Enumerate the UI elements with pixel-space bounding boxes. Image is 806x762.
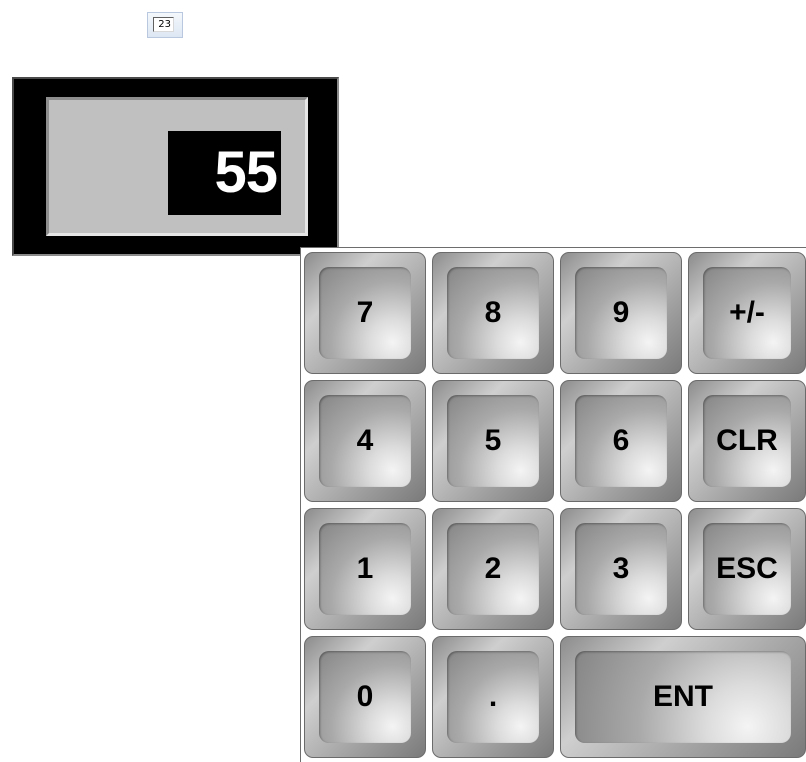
key-plus-minus-label: +/- <box>729 296 765 329</box>
numeric-display-value: 55 <box>168 131 281 215</box>
key-9[interactable]: 9 <box>560 252 682 374</box>
key-2[interactable]: 2 <box>432 508 554 630</box>
key-7-label: 7 <box>356 296 374 329</box>
key-5-label: 5 <box>484 424 502 457</box>
key-3[interactable]: 3 <box>560 508 682 630</box>
numeric-input-icon[interactable]: 23 <box>147 12 183 38</box>
key-5[interactable]: 5 <box>432 380 554 502</box>
key-6-label: 6 <box>612 424 630 457</box>
key-0[interactable]: 0 <box>304 636 426 758</box>
key-8[interactable]: 8 <box>432 252 554 374</box>
key-escape-label: ESC <box>716 552 778 585</box>
key-8-label: 8 <box>484 296 502 329</box>
key-2-label: 2 <box>484 552 502 585</box>
key-plus-minus[interactable]: +/- <box>688 252 806 374</box>
numeric-keypad: 7 8 9 +/- 4 5 6 CLR 1 2 3 ESC 0 . ENT <box>300 247 806 762</box>
key-escape[interactable]: ESC <box>688 508 806 630</box>
key-3-label: 3 <box>612 552 630 585</box>
hmi-screen: 23 55 7 8 9 +/- 4 5 6 CLR 1 2 3 ESC 0 . … <box>0 0 806 762</box>
key-decimal[interactable]: . <box>432 636 554 758</box>
key-clear-label: CLR <box>716 424 778 457</box>
key-1[interactable]: 1 <box>304 508 426 630</box>
key-4-label: 4 <box>356 424 374 457</box>
numeric-display-panel: 55 <box>46 97 308 236</box>
key-clear[interactable]: CLR <box>688 380 806 502</box>
numeric-input-icon-value: 23 <box>153 17 174 32</box>
key-7[interactable]: 7 <box>304 252 426 374</box>
key-0-label: 0 <box>356 680 374 713</box>
key-enter-label: ENT <box>653 680 713 713</box>
numeric-display[interactable]: 55 <box>12 77 339 256</box>
key-9-label: 9 <box>612 296 630 329</box>
key-4[interactable]: 4 <box>304 380 426 502</box>
key-1-label: 1 <box>356 552 374 585</box>
key-enter[interactable]: ENT <box>560 636 806 758</box>
key-decimal-label: . <box>488 680 498 713</box>
key-6[interactable]: 6 <box>560 380 682 502</box>
